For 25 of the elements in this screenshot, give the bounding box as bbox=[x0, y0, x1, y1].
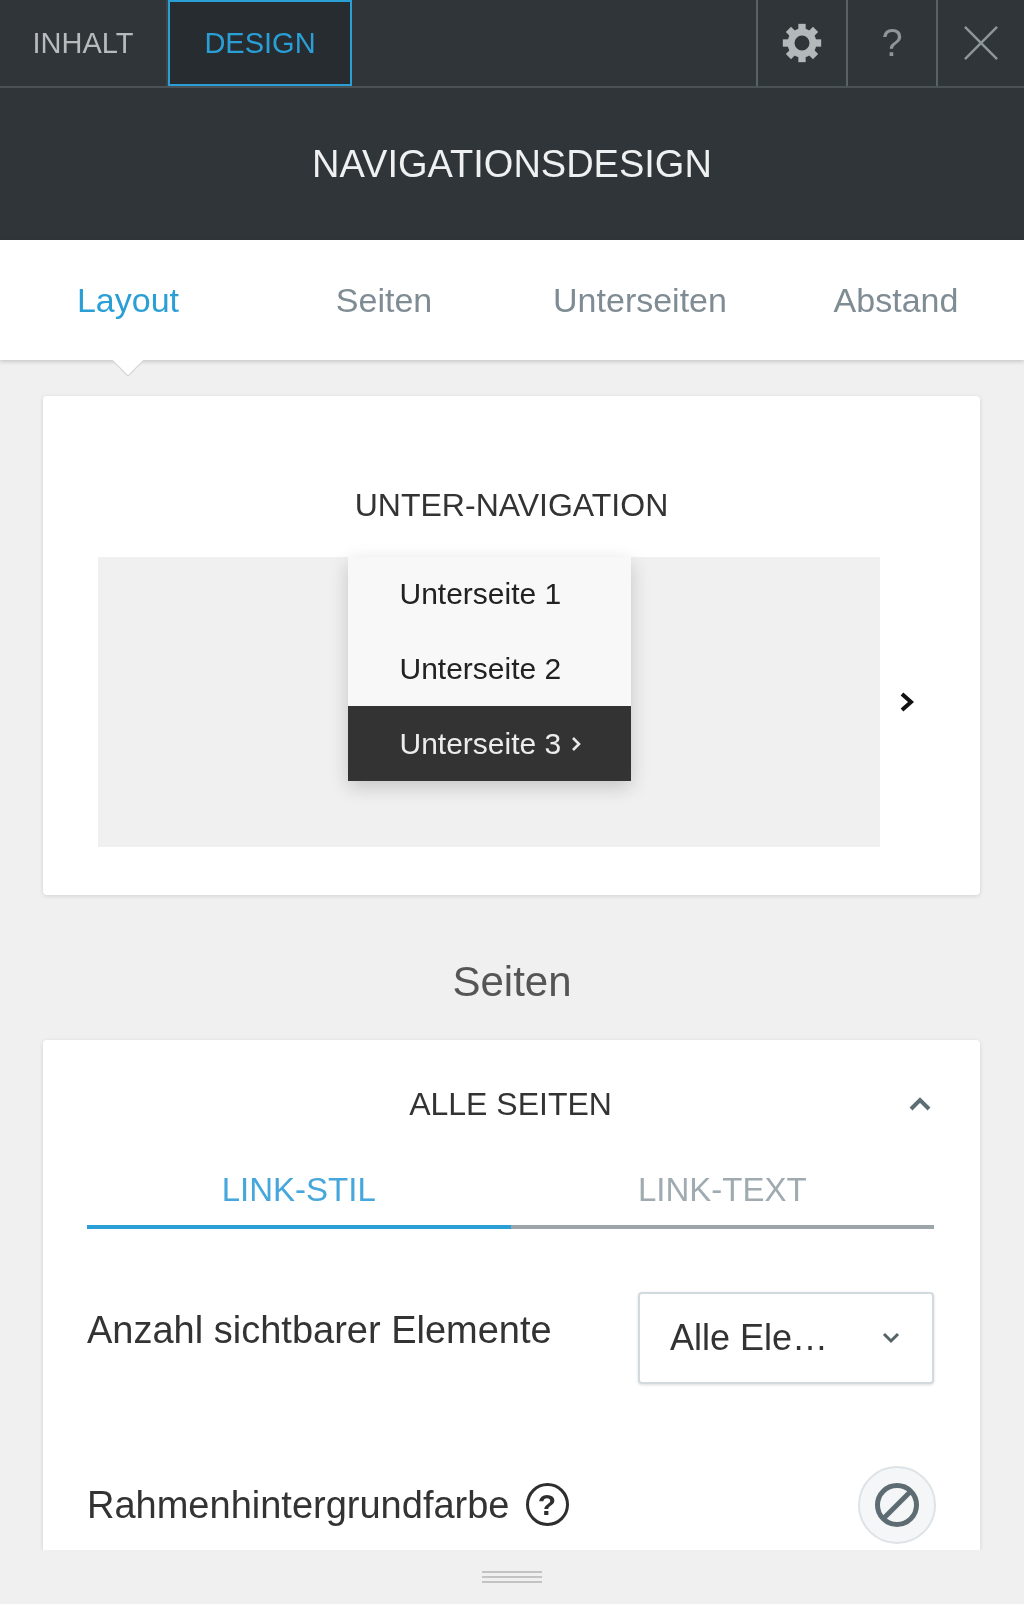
tab[interactable]: Seiten bbox=[329, 274, 439, 326]
close-icon bbox=[964, 26, 998, 60]
chevron-right-icon bbox=[899, 691, 915, 713]
panel-title: NAVIGATIONSDESIGN bbox=[312, 142, 712, 187]
tab[interactable]: Unterseiten bbox=[547, 274, 733, 326]
select-field[interactable]: Alle Ele… bbox=[638, 1292, 934, 1384]
menu-item[interactable]: Unterseite 3 bbox=[347, 706, 631, 782]
menu-item[interactable]: Unterseite 2 bbox=[347, 631, 631, 707]
no-color-icon bbox=[874, 1481, 920, 1528]
settings-icon bbox=[782, 23, 822, 63]
chevron-down-icon bbox=[882, 1332, 900, 1344]
card-title: UNTER-NAVIGATION bbox=[354, 486, 669, 525]
drag-handle-icon[interactable] bbox=[482, 1571, 542, 1583]
help-button[interactable]: ? bbox=[846, 0, 936, 86]
tab[interactable]: Abstand bbox=[827, 274, 965, 326]
tab[interactable]: Layout bbox=[70, 274, 186, 326]
setting-label: Anzahl sichtbarer Elemente bbox=[87, 1308, 552, 1352]
help-icon[interactable]: ? bbox=[525, 1483, 569, 1526]
section-heading: Seiten bbox=[452, 958, 572, 1006]
tab[interactable]: LINK-STIL bbox=[87, 1170, 511, 1229]
card-title: ALLE SEITEN bbox=[409, 1085, 612, 1124]
chevron-up-icon[interactable] bbox=[908, 1096, 932, 1112]
menu-item[interactable]: Unterseite 1 bbox=[347, 557, 631, 632]
top-tab[interactable]: DESIGN bbox=[168, 0, 352, 86]
setting-label: Rahmenhintergrundfarbe bbox=[87, 1482, 510, 1527]
